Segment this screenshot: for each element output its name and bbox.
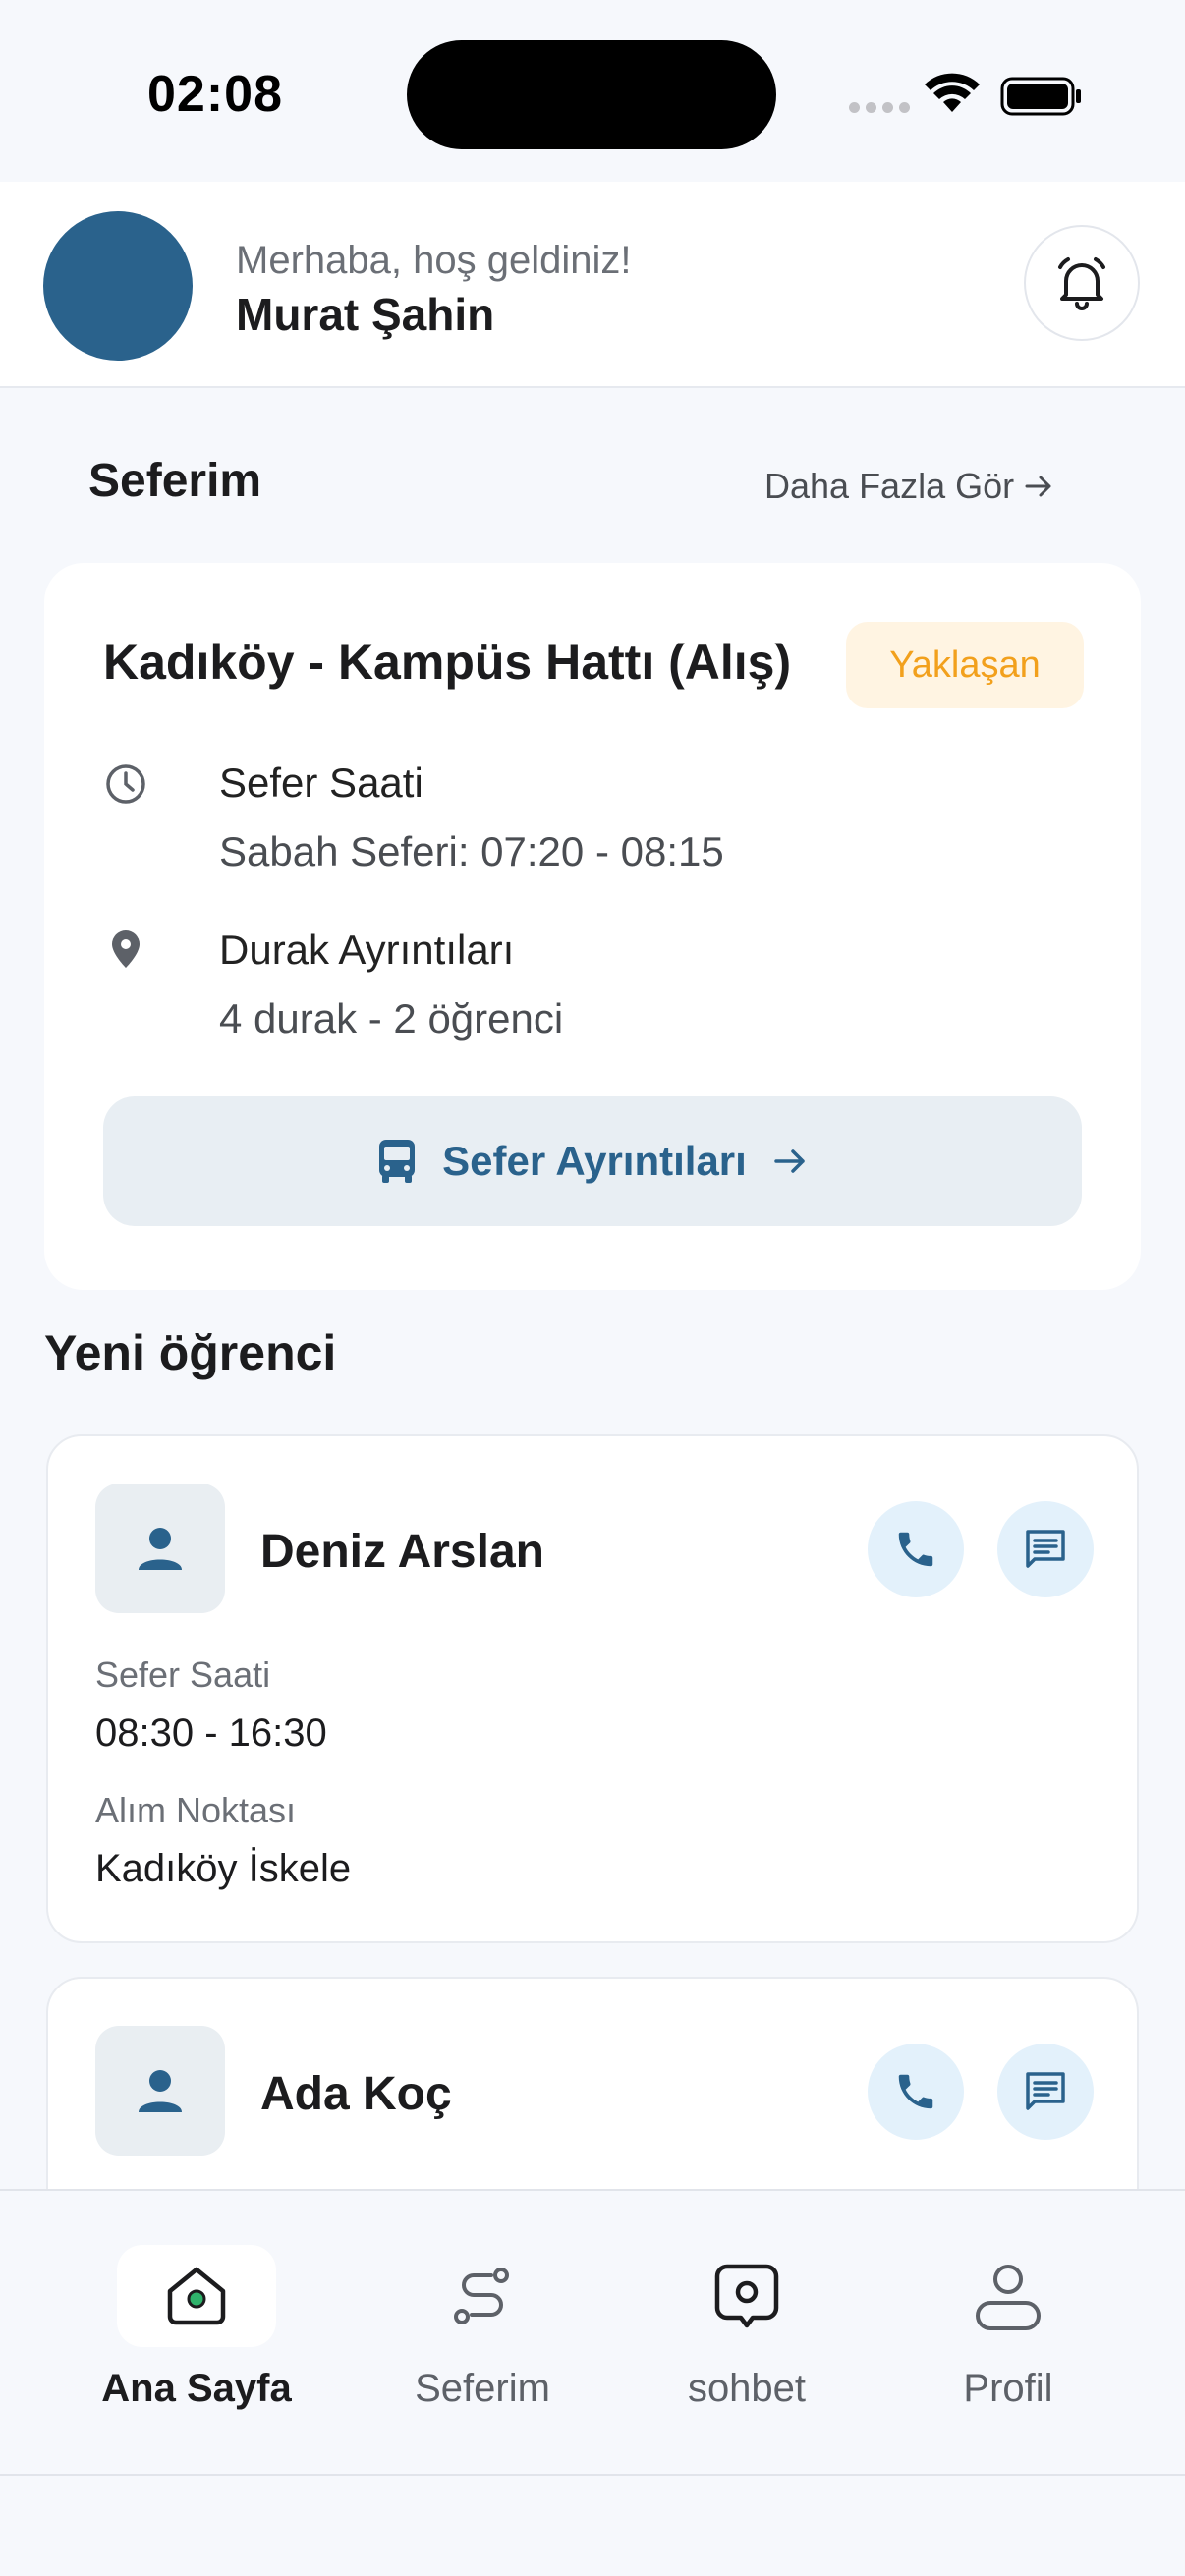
stops-value: 4 durak - 2 öğrenci bbox=[219, 995, 564, 1041]
profile-icon bbox=[976, 2265, 1041, 2330]
arrow-right-icon bbox=[1025, 476, 1051, 497]
call-button[interactable] bbox=[868, 2044, 964, 2140]
user-avatar[interactable] bbox=[43, 211, 193, 361]
student-card[interactable]: Deniz Arslan Sefer Saati 08:30 - 16:30 A… bbox=[46, 1434, 1139, 1943]
trip-section-title: Seferim bbox=[88, 455, 262, 507]
route-name: Kadıköy - Kampüs Hattı (Alış) bbox=[103, 635, 792, 690]
person-icon bbox=[139, 2070, 182, 2112]
phone-icon bbox=[898, 2074, 933, 2109]
chat-icon bbox=[714, 2264, 779, 2328]
student-name: Ada Koç bbox=[260, 2068, 452, 2120]
wifi-icon bbox=[925, 73, 980, 112]
status-time: 02:08 bbox=[147, 66, 283, 123]
new-students-title: Yeni öğrenci bbox=[44, 1325, 337, 1380]
nav-icon-container bbox=[667, 2245, 826, 2347]
notifications-button[interactable] bbox=[1024, 225, 1140, 341]
trip-time-value: Sabah Seferi: 07:20 - 08:15 bbox=[219, 828, 724, 874]
dynamic-island bbox=[407, 40, 776, 149]
trip-details-label: Sefer Ayrıntıları bbox=[442, 1138, 747, 1184]
location-pin-icon bbox=[112, 930, 140, 968]
nav-label-trips: Seferim bbox=[415, 2367, 550, 2410]
nav-icon-container bbox=[403, 2245, 562, 2347]
user-name: Murat Şahin bbox=[236, 289, 495, 340]
student-time-value: 08:30 - 16:30 bbox=[95, 1711, 327, 1755]
nav-label-chat: sohbet bbox=[687, 2367, 807, 2410]
message-button[interactable] bbox=[997, 1501, 1094, 1597]
nav-icon-container bbox=[929, 2245, 1088, 2347]
see-more-label: Daha Fazla Gör bbox=[764, 466, 1015, 506]
arrow-right-icon bbox=[774, 1149, 805, 1173]
nav-icon-container bbox=[117, 2245, 276, 2347]
alarm-bell-icon bbox=[1058, 257, 1105, 310]
pickup-value: Kadıköy İskele bbox=[95, 1847, 352, 1890]
pickup-label: Alım Noktası bbox=[95, 1790, 297, 1830]
student-avatar bbox=[95, 2026, 225, 2156]
home-indicator-area bbox=[0, 2476, 1185, 2576]
status-bar: 02:08 bbox=[0, 0, 1185, 182]
student-time-label: Sefer Saati bbox=[95, 1654, 271, 1695]
message-icon bbox=[1026, 2072, 1065, 2110]
bus-icon bbox=[379, 1140, 416, 1183]
message-button[interactable] bbox=[997, 2044, 1094, 2140]
phone-icon bbox=[898, 1532, 933, 1567]
trip-details-button[interactable]: Sefer Ayrıntıları bbox=[103, 1096, 1082, 1226]
call-button[interactable] bbox=[868, 1501, 964, 1597]
message-icon bbox=[1026, 1530, 1065, 1568]
nav-item-profile[interactable]: Profil bbox=[890, 2245, 1126, 2411]
nav-item-trips[interactable]: Seferim bbox=[365, 2245, 600, 2411]
person-icon bbox=[139, 1528, 182, 1570]
nav-item-home[interactable]: Ana Sayfa bbox=[79, 2245, 314, 2411]
student-avatar bbox=[95, 1484, 225, 1613]
stops-label: Durak Ayrıntıları bbox=[219, 926, 515, 973]
status-badge: Yaklaşan bbox=[846, 622, 1084, 708]
clock-icon bbox=[106, 764, 145, 804]
battery-icon bbox=[1000, 77, 1081, 116]
app-header: Merhaba, hoş geldiniz! Murat Şahin bbox=[0, 182, 1185, 388]
nav-item-chat[interactable]: sohbet bbox=[629, 2245, 865, 2411]
nav-label-home: Ana Sayfa bbox=[101, 2367, 292, 2410]
see-more-link[interactable]: Daha Fazla Gör bbox=[764, 466, 1055, 507]
home-icon bbox=[167, 2267, 226, 2325]
cellular-signal-icon bbox=[849, 102, 910, 113]
route-icon bbox=[454, 2268, 509, 2324]
student-name: Deniz Arslan bbox=[260, 1526, 544, 1578]
greeting-text: Merhaba, hoş geldiniz! bbox=[236, 239, 632, 282]
nav-label-profile: Profil bbox=[963, 2367, 1053, 2410]
trip-card: Kadıköy - Kampüs Hattı (Alış) Yaklaşan S… bbox=[44, 563, 1141, 1290]
trip-time-label: Sefer Saati bbox=[219, 759, 423, 806]
bottom-navigation: Ana Sayfa Seferim sohbet Profil bbox=[0, 2189, 1185, 2476]
